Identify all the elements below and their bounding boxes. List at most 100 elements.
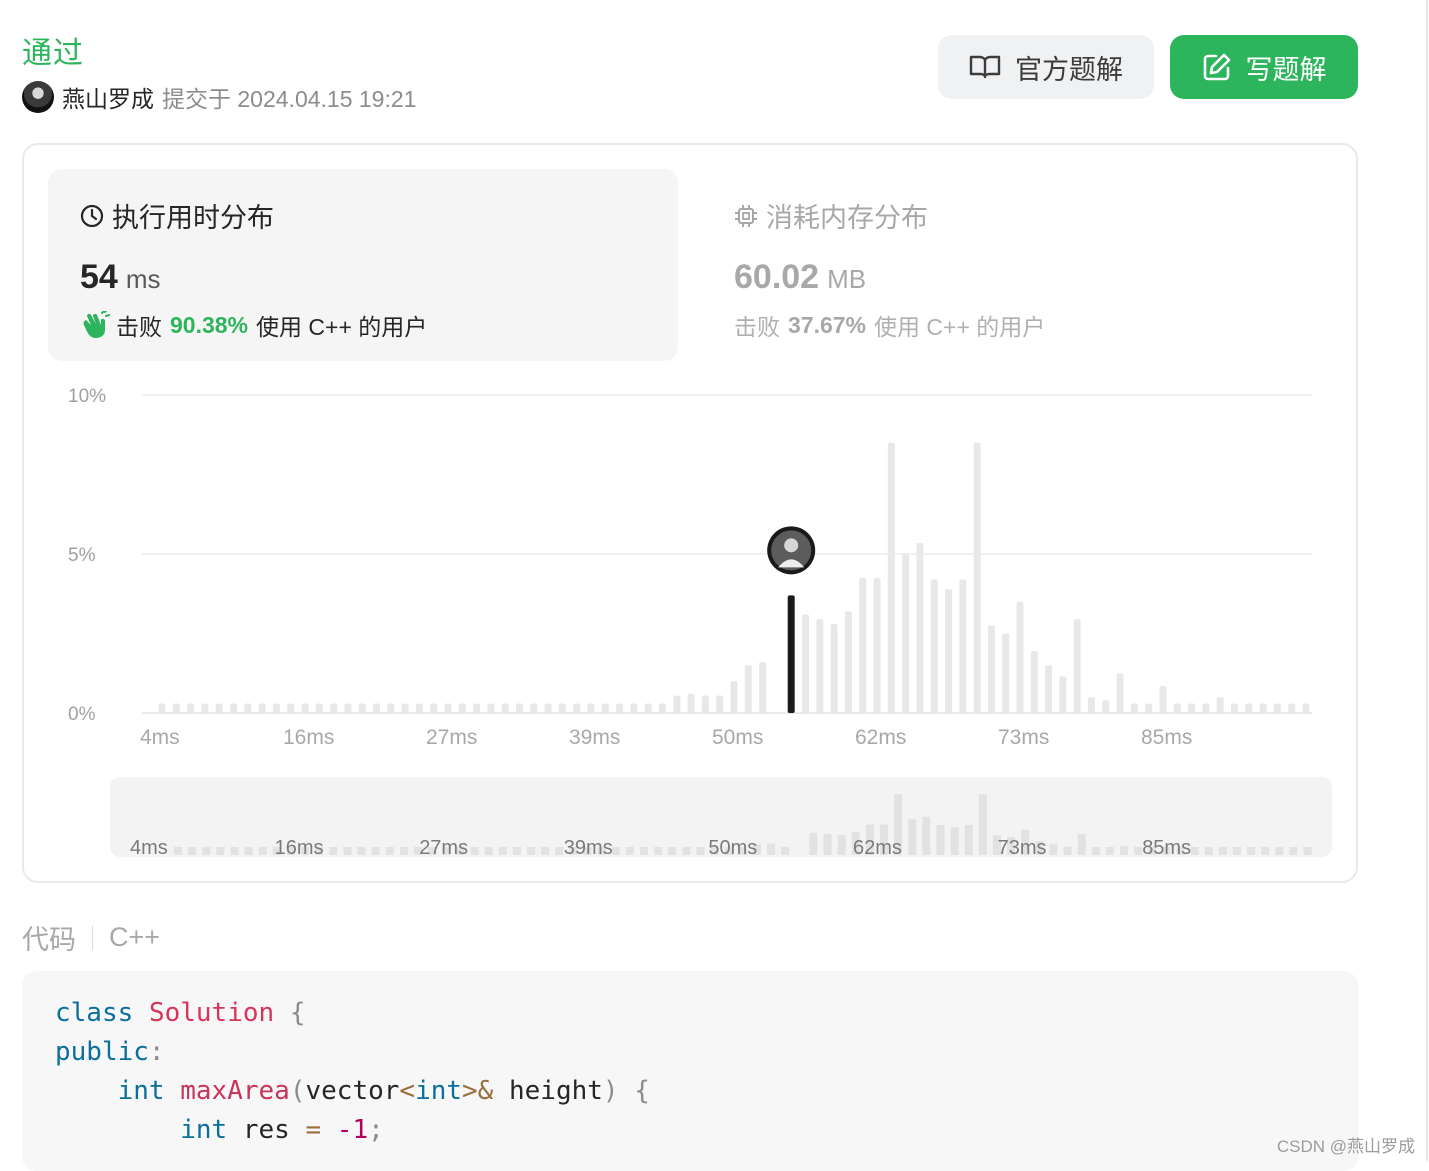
minimap-bar[interactable] — [936, 824, 945, 855]
minimap-bar[interactable] — [385, 847, 394, 855]
chart-bar[interactable] — [387, 703, 395, 713]
chart-bar[interactable] — [716, 695, 724, 713]
chart-bar[interactable] — [473, 703, 481, 713]
chart-bar[interactable] — [644, 703, 652, 713]
chart-bar[interactable] — [1102, 700, 1110, 713]
chart-bar[interactable] — [973, 442, 981, 713]
minimap-bar[interactable] — [1275, 847, 1284, 855]
author-name[interactable]: 燕山罗成 — [62, 80, 154, 114]
chart-bar[interactable] — [1045, 665, 1053, 713]
minimap-bar[interactable] — [1218, 847, 1227, 855]
minimap-bar[interactable] — [1120, 846, 1129, 855]
runtime-title[interactable]: 执行用时分布 — [80, 196, 274, 235]
chart-bar[interactable] — [516, 703, 523, 713]
minimap-bar[interactable] — [625, 847, 634, 855]
chart-bar[interactable] — [930, 579, 938, 713]
minimap-bar[interactable] — [795, 828, 804, 855]
minimap-bar[interactable] — [1233, 847, 1241, 855]
minimap-bar[interactable] — [978, 794, 987, 855]
chart-bar[interactable] — [945, 588, 952, 713]
code-content[interactable]: class Solution {public: int maxArea(vect… — [55, 994, 650, 1150]
minimap-bar[interactable] — [498, 847, 507, 855]
chart-bar[interactable] — [887, 442, 895, 713]
chart-bar[interactable] — [401, 703, 409, 713]
chart-bar[interactable] — [1116, 673, 1124, 713]
chart-bar[interactable] — [1088, 697, 1095, 713]
minimap-bar[interactable] — [512, 847, 521, 855]
minimap-bar[interactable] — [611, 847, 620, 855]
minimap-bar[interactable] — [216, 847, 225, 855]
minimap-bar[interactable] — [1204, 847, 1213, 855]
chart-bar[interactable] — [1145, 703, 1153, 713]
minimap-bar[interactable] — [767, 843, 776, 855]
minimap-bar[interactable] — [399, 847, 408, 855]
chart-bar[interactable] — [358, 703, 366, 713]
chart-bar[interactable] — [1273, 703, 1281, 713]
chart-bar[interactable] — [1016, 601, 1024, 713]
chart-bar[interactable] — [201, 703, 209, 713]
chart-bar[interactable] — [544, 703, 552, 713]
minimap-bar[interactable] — [484, 847, 493, 855]
chart-bar[interactable] — [1130, 703, 1138, 713]
minimap-bar[interactable] — [1247, 847, 1256, 855]
minimap-bar[interactable] — [202, 847, 211, 855]
minimap-bar[interactable] — [922, 816, 931, 855]
chart-bar[interactable] — [458, 703, 466, 713]
chart-bar[interactable] — [687, 693, 695, 713]
minimap-bar[interactable] — [1289, 847, 1298, 855]
minimap-bar[interactable] — [371, 847, 380, 855]
minimap-bar[interactable] — [230, 847, 239, 855]
minimap-bar[interactable] — [555, 847, 564, 855]
chart-bar[interactable] — [1059, 676, 1067, 713]
chart-bar[interactable] — [244, 703, 252, 713]
chart-bar[interactable] — [487, 703, 495, 713]
minimap-bar[interactable] — [1105, 847, 1114, 855]
minimap-bar[interactable] — [174, 847, 182, 855]
minimap-bar[interactable] — [668, 847, 677, 855]
write-solution-button[interactable]: 写题解 — [1170, 35, 1358, 99]
chart-bar[interactable] — [916, 542, 924, 713]
minimap-bar[interactable] — [1091, 847, 1100, 855]
minimap-bar[interactable] — [188, 847, 197, 855]
chart-bar-highlight[interactable] — [787, 595, 795, 713]
minimap-bar[interactable] — [837, 834, 846, 855]
chart-bar[interactable] — [172, 703, 180, 713]
chart-bar[interactable] — [1231, 703, 1238, 713]
minimap-bar[interactable] — [1134, 847, 1143, 855]
chart-bar[interactable] — [1259, 703, 1267, 713]
minimap-bar[interactable] — [1190, 847, 1199, 855]
chart-bar[interactable] — [873, 577, 881, 713]
chart-bar[interactable] — [301, 703, 309, 713]
minimap-bar[interactable] — [809, 832, 818, 855]
chart-bar[interactable] — [730, 681, 738, 713]
minimap-bar[interactable] — [696, 847, 705, 855]
chart-bar[interactable] — [844, 611, 852, 713]
memory-title[interactable]: 消耗内存分布 — [734, 196, 928, 235]
chart-bar[interactable] — [859, 577, 867, 713]
chart-bar[interactable] — [1002, 633, 1010, 714]
chart-bar[interactable] — [330, 703, 338, 713]
chart-bar[interactable] — [744, 665, 752, 713]
chart-bar[interactable] — [630, 703, 638, 713]
minimap-bar[interactable] — [244, 847, 253, 855]
chart-bar[interactable] — [287, 703, 295, 713]
chart-bar[interactable] — [444, 703, 452, 713]
chart-bar[interactable] — [1288, 703, 1296, 713]
chart-bar[interactable] — [158, 703, 166, 713]
minimap-bar[interactable] — [343, 847, 352, 855]
chart-bar[interactable] — [601, 703, 609, 713]
chart-bar[interactable] — [1202, 703, 1210, 713]
minimap-bar[interactable] — [1261, 847, 1270, 855]
chart-bar[interactable] — [902, 554, 910, 713]
chart-bar[interactable] — [430, 703, 438, 713]
chart-bar[interactable] — [344, 703, 352, 713]
chart-bar[interactable] — [802, 614, 809, 713]
chart-bar[interactable] — [1030, 650, 1038, 713]
chart-bar[interactable] — [558, 703, 566, 713]
chart-bar[interactable] — [673, 695, 681, 713]
chart-bar[interactable] — [830, 623, 838, 713]
minimap-bar[interactable] — [950, 827, 959, 855]
chart-bar[interactable] — [987, 625, 995, 713]
minimap-bar[interactable] — [1303, 847, 1312, 855]
chart-bar[interactable] — [1173, 703, 1181, 713]
